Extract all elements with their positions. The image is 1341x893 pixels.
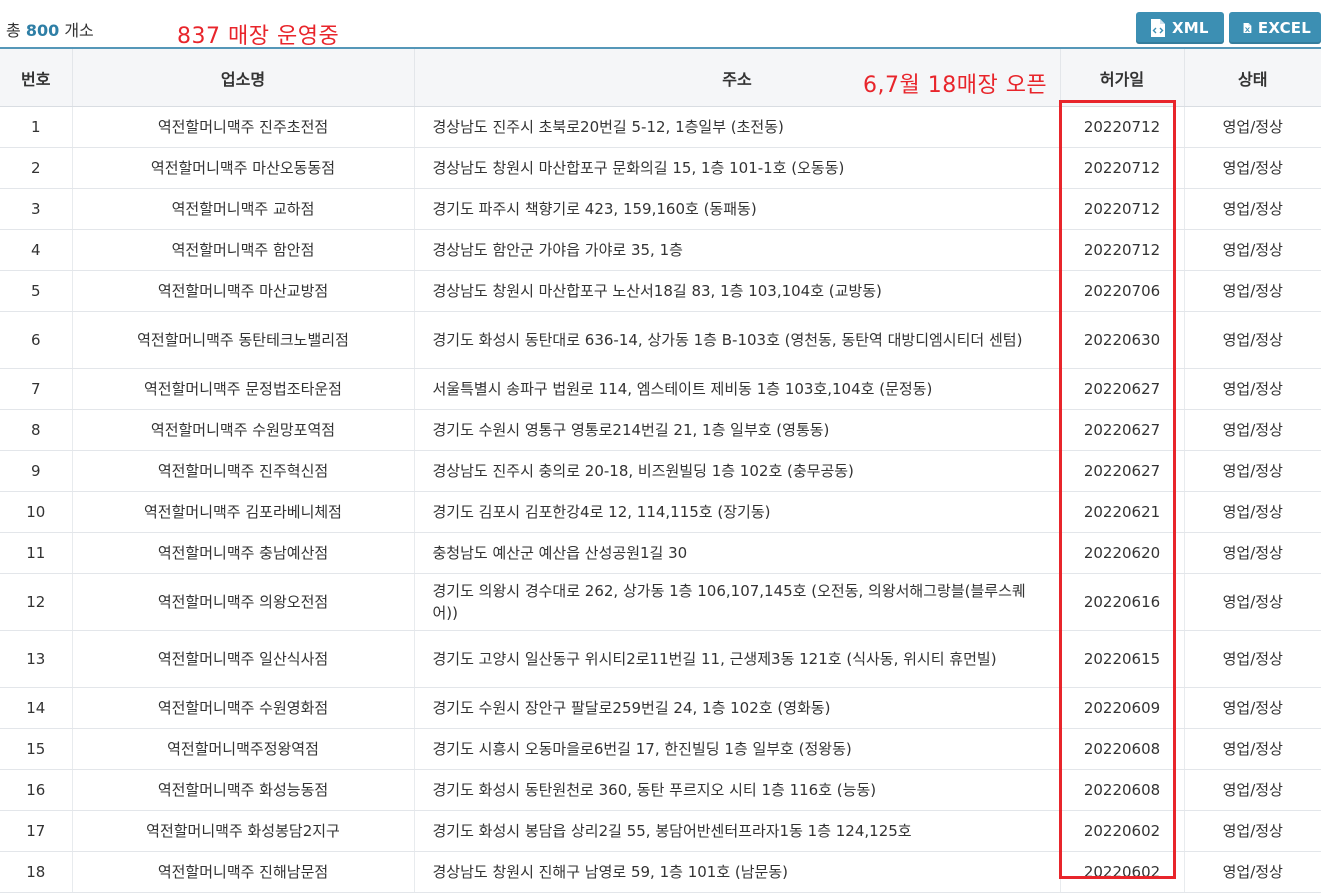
store-status: 영업/정상 (1184, 188, 1321, 230)
row-number: 18 (0, 851, 73, 893)
store-status: 영업/정상 (1184, 409, 1321, 451)
store-status: 영업/정상 (1184, 106, 1321, 148)
row-number: 7 (0, 368, 73, 410)
store-name[interactable]: 역전할머니맥주 충남예산점 (72, 532, 415, 574)
store-name[interactable]: 역전할머니맥주 진주혁신점 (72, 450, 415, 492)
store-name[interactable]: 역전할머니맥주 문정법조타운점 (72, 368, 415, 410)
store-address: 경기도 의왕시 경수대로 262, 상가동 1층 106,107,145호 (오… (414, 573, 1061, 631)
store-status: 영업/정상 (1184, 491, 1321, 533)
store-status: 영업/정상 (1184, 810, 1321, 852)
store-status: 영업/정상 (1184, 311, 1321, 369)
store-status: 영업/정상 (1184, 769, 1321, 811)
store-address: 경상남도 창원시 진해구 남영로 59, 1층 101호 (남문동) (414, 851, 1061, 893)
store-name[interactable]: 역전할머니맥주 의왕오전점 (72, 573, 415, 631)
store-address: 경상남도 창원시 마산합포구 문화의길 15, 1층 101-1호 (오동동) (414, 147, 1061, 189)
store-name[interactable]: 역전할머니맥주 마산교방점 (72, 270, 415, 312)
row-number: 8 (0, 409, 73, 451)
row-number: 12 (0, 573, 73, 631)
store-address: 충청남도 예산군 예산읍 산성공원1길 30 (414, 532, 1061, 574)
store-name[interactable]: 역전할머니맥주 김포라베니체점 (72, 491, 415, 533)
total-number: 800 (25, 21, 60, 40)
store-status: 영업/정상 (1184, 450, 1321, 492)
row-number: 2 (0, 147, 73, 189)
total-suffix: 개소 (64, 21, 94, 40)
store-address: 경기도 수원시 장안구 팔달로259번길 24, 1층 102호 (영화동) (414, 687, 1061, 729)
row-number: 1 (0, 106, 73, 148)
table-header-row: 번호 업소명 주소 허가일 상태 (0, 49, 1321, 107)
store-status: 영업/정상 (1184, 573, 1321, 631)
row-number: 6 (0, 311, 73, 369)
store-status: 영업/정상 (1184, 851, 1321, 893)
header-name[interactable]: 업소명 (72, 49, 415, 107)
row-number: 13 (0, 630, 73, 688)
store-name[interactable]: 역전할머니맥주 수원망포역점 (72, 409, 415, 451)
store-address: 경상남도 진주시 초북로20번길 5-12, 1층일부 (초전동) (414, 106, 1061, 148)
store-address: 서울특별시 송파구 법원로 114, 엠스테이트 제비동 1층 103호,104… (414, 368, 1061, 410)
row-number: 4 (0, 229, 73, 271)
store-status: 영업/정상 (1184, 728, 1321, 770)
header-status[interactable]: 상태 (1184, 49, 1321, 107)
store-address: 경상남도 함안군 가야읍 가야로 35, 1층 (414, 229, 1061, 271)
store-name[interactable]: 역전할머니맥주 교하점 (72, 188, 415, 230)
excel-label: EXCEL (1257, 19, 1311, 37)
row-number: 14 (0, 687, 73, 729)
store-name[interactable]: 역전할머니맥주 일산식사점 (72, 630, 415, 688)
store-address: 경기도 김포시 김포한강4로 12, 114,115호 (장기동) (414, 491, 1061, 533)
store-name[interactable]: 역전할머니맥주정왕역점 (72, 728, 415, 770)
store-address: 경기도 수원시 영통구 영통로214번길 21, 1층 일부호 (영통동) (414, 409, 1061, 451)
store-status: 영업/정상 (1184, 630, 1321, 688)
store-address: 경상남도 진주시 충의로 20-18, 비즈원빌딩 1층 102호 (충무공동) (414, 450, 1061, 492)
store-status: 영업/정상 (1184, 270, 1321, 312)
row-number: 10 (0, 491, 73, 533)
row-number: 9 (0, 450, 73, 492)
store-address: 경기도 화성시 봉담읍 상리2길 55, 봉담어반센터프라자1동 1층 124,… (414, 810, 1061, 852)
store-name[interactable]: 역전할머니맥주 함안점 (72, 229, 415, 271)
row-number: 16 (0, 769, 73, 811)
annotation-opened: 6,7월 18매장 오픈 (863, 73, 1048, 98)
total-prefix: 총 (6, 21, 21, 40)
xml-label: XML (1172, 19, 1209, 37)
store-name[interactable]: 역전할머니맥주 화성능동점 (72, 769, 415, 811)
annotation-stores-operating: 837 매장 운영중 (177, 24, 340, 49)
store-address: 경기도 고양시 일산동구 위시티2로11번길 11, 근생제3동 121호 (식… (414, 630, 1061, 688)
store-name[interactable]: 역전할머니맥주 마산오동동점 (72, 147, 415, 189)
store-address: 경기도 화성시 동탄원천로 360, 동탄 푸르지오 시티 1층 116호 (능… (414, 769, 1061, 811)
store-address: 경기도 화성시 동탄대로 636-14, 상가동 1층 B-103호 (영천동,… (414, 311, 1061, 369)
store-name[interactable]: 역전할머니맥주 진주초전점 (72, 106, 415, 148)
store-address: 경기도 파주시 책향기로 423, 159,160호 (동패동) (414, 188, 1061, 230)
store-name[interactable]: 역전할머니맥주 동탄테크노밸리점 (72, 311, 415, 369)
store-status: 영업/정상 (1184, 532, 1321, 574)
store-name[interactable]: 역전할머니맥주 진해남문점 (72, 851, 415, 893)
row-number: 11 (0, 532, 73, 574)
header-no[interactable]: 번호 (0, 49, 73, 107)
store-name[interactable]: 역전할머니맥주 화성봉담2지구 (72, 810, 415, 852)
row-number: 15 (0, 728, 73, 770)
row-number: 17 (0, 810, 73, 852)
xml-export-button[interactable]: XML (1136, 12, 1224, 44)
store-status: 영업/정상 (1184, 687, 1321, 729)
highlight-box (1059, 100, 1176, 879)
store-address: 경상남도 창원시 마산합포구 노산서18길 83, 1층 103,104호 (교… (414, 270, 1061, 312)
store-status: 영업/정상 (1184, 147, 1321, 189)
store-address: 경기도 시흥시 오동마을로6번길 17, 한진빌딩 1층 일부호 (정왕동) (414, 728, 1061, 770)
row-number: 5 (0, 270, 73, 312)
header-date[interactable]: 허가일 (1060, 49, 1185, 107)
store-status: 영업/정상 (1184, 368, 1321, 410)
store-status: 영업/정상 (1184, 229, 1321, 271)
excel-export-button[interactable]: EXCEL (1229, 12, 1321, 44)
excel-file-icon (1243, 22, 1252, 34)
row-number: 3 (0, 188, 73, 230)
store-name[interactable]: 역전할머니맥주 수원영화점 (72, 687, 415, 729)
export-buttons: XML EXCEL (1136, 12, 1321, 44)
total-count: 총 800 개소 (6, 17, 94, 41)
xml-file-icon (1151, 19, 1165, 37)
